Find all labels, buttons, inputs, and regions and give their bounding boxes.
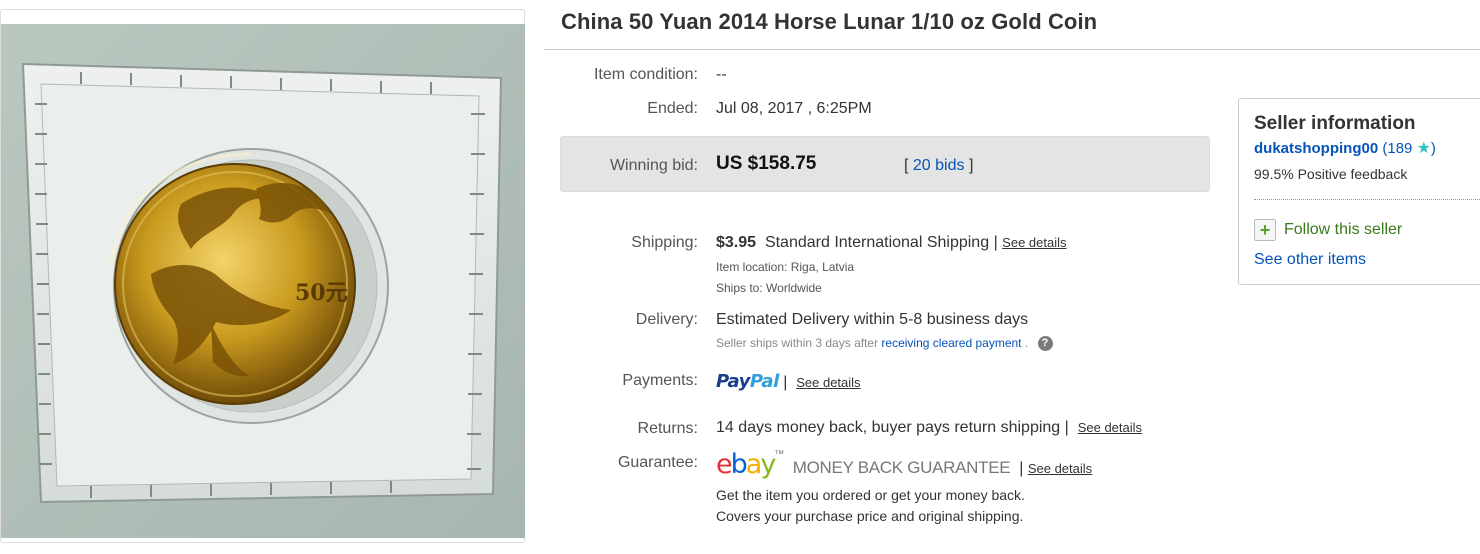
payments-see-details-link[interactable]: See details [796, 375, 860, 390]
product-image-frame[interactable]: 50元 [0, 9, 525, 543]
separator: | [993, 234, 998, 251]
seller-info-heading: Seller information [1254, 113, 1416, 134]
payments-value: PayPal | See details [716, 371, 861, 392]
separator: | [783, 374, 788, 391]
delivery-note-end: . [1024, 336, 1029, 350]
see-other-items-link[interactable]: See other items [1254, 251, 1366, 269]
returns-see-details-link[interactable]: See details [1078, 420, 1142, 435]
payments-label: Payments: [622, 372, 698, 389]
seller-name-row: dukatshopping00 (189 ★) [1254, 138, 1436, 158]
cleared-payment-link[interactable]: receiving cleared payment [881, 336, 1021, 350]
ships-to: Ships to: Worldwide [716, 281, 822, 295]
item-location-value: Riga, Latvia [790, 260, 855, 274]
listing-title: China 50 Yuan 2014 Horse Lunar 1/10 oz G… [561, 9, 1098, 34]
positive-feedback: 99.5% Positive feedback [1254, 166, 1408, 182]
follow-seller-label: Follow this seller [1284, 221, 1403, 239]
ships-to-label: Ships to: [716, 281, 763, 295]
seller-divider [1254, 199, 1480, 200]
guarantee-line1: Get the item you ordered or get your mon… [716, 487, 1025, 503]
follow-seller-button[interactable]: + Follow this seller [1254, 219, 1402, 241]
shipping-method: Standard International Shipping [764, 234, 990, 251]
ended-value: Jul 08, 2017 , 6:25PM [716, 100, 872, 117]
shipping-value: $3.95 Standard International Shipping | … [716, 234, 1067, 252]
condition-label: Item condition: [593, 66, 698, 83]
delivery-note: Seller ships within 3 days after receivi… [716, 336, 1053, 352]
shipping-see-details-link[interactable]: See details [1002, 235, 1066, 250]
separator: | [1064, 419, 1069, 436]
plus-icon: + [1254, 219, 1276, 241]
shipping-label: Shipping: [631, 234, 698, 251]
ebay-logo-a: a [745, 449, 762, 480]
feedback-close: ) [1430, 140, 1436, 157]
bid-history-link[interactable]: 20 bids [913, 157, 965, 174]
winning-bid-label: Winning bid: [609, 157, 698, 174]
title-divider [544, 49, 1480, 50]
returns-value: 14 days money back, buyer pays return sh… [716, 419, 1061, 436]
condition-value: -- [716, 66, 727, 83]
delivery-note-text: Seller ships within 3 days after [716, 336, 879, 350]
paypal-logo: PayPal [716, 371, 779, 392]
delivery-value: Estimated Delivery within 5-8 business d… [716, 311, 1029, 328]
item-location-label: Item location: [716, 260, 788, 274]
delivery-label: Delivery: [635, 311, 698, 328]
seller-info-box: Seller information dukatshopping00 (189 … [1238, 98, 1480, 285]
returns-label: Returns: [637, 420, 698, 437]
bid-count-close-bracket: ] [968, 157, 974, 174]
bid-count-open-bracket: [ [904, 157, 909, 174]
seller-username-link[interactable]: dukatshopping00 [1254, 140, 1378, 157]
winning-bid-price: US $158.75 [716, 153, 817, 174]
ebay-logo: ebay [716, 449, 776, 480]
ebay-logo-y: y [760, 449, 776, 480]
ships-to-value: Worldwide [766, 281, 822, 295]
ended-label: Ended: [647, 100, 698, 117]
star-icon: ★ [1416, 140, 1431, 157]
shipping-cost: $3.95 [716, 234, 757, 251]
feedback-score-link[interactable]: 189 [1387, 140, 1412, 157]
ebay-logo-b: b [730, 449, 748, 480]
product-image: 50元 [1, 24, 525, 538]
separator: | [1019, 460, 1024, 477]
paypal-logo-part2: Pal [749, 371, 779, 392]
paypal-logo-part1: Pay [716, 371, 750, 392]
guarantee-see-details-link[interactable]: See details [1028, 461, 1092, 476]
guarantee-label: Guarantee: [617, 454, 698, 471]
bid-count: [ 20 bids ] [904, 157, 973, 175]
guarantee-line2: Covers your purchase price and original … [716, 508, 1024, 524]
trademark-mark: ™ [774, 449, 785, 460]
item-location: Item location: Riga, Latvia [716, 260, 854, 274]
money-back-guarantee-badge: MONEY BACK GUARANTEE [792, 458, 1011, 477]
returns-row: 14 days money back, buyer pays return sh… [716, 419, 1142, 437]
help-icon[interactable]: ? [1037, 336, 1053, 352]
guarantee-row: ebay™ MONEY BACK GUARANTEE | See details [716, 449, 1092, 480]
ebay-logo-e: e [716, 449, 733, 480]
coin-value-mark: 50元 [295, 280, 348, 306]
